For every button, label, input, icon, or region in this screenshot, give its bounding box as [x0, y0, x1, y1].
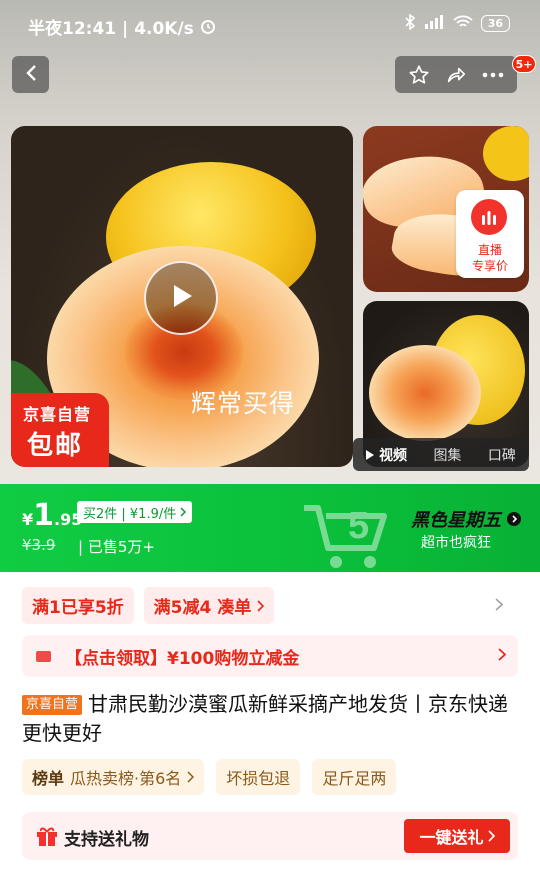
signal-icon [423, 15, 445, 32]
product-title-text: 甘肃民勤沙漠蜜瓜新鲜采摘产地发货丨京东快递 更快更好 [22, 692, 509, 745]
original-price: ¥3.9 [22, 536, 56, 554]
shopping-cart-icon: 5 [304, 505, 387, 568]
tab-gallery[interactable]: 图集 [433, 445, 461, 465]
price-currency: ¥ [22, 510, 34, 529]
product-title: 京喜自营 甘肃民勤沙漠蜜瓜新鲜采摘产地发货丨京东快递 更快更好 [22, 690, 522, 748]
badge-line1: 京喜自营 [23, 405, 92, 424]
back-button[interactable] [12, 56, 49, 93]
tab-video[interactable]: 视频 [366, 445, 407, 465]
chevron-left-icon [25, 64, 37, 86]
event-subtitle: 超市也疯狂 [421, 535, 491, 551]
chevron-right-icon [487, 830, 495, 842]
image-slogan: 辉常买得 [191, 389, 296, 418]
buy-2-tag[interactable]: 买2件 | ¥1.9/件 [77, 501, 193, 523]
guarantee-damage-refund[interactable]: 坏损包退 [216, 759, 301, 795]
header-actions [395, 56, 517, 93]
live-icon [471, 199, 507, 235]
status-bar: 半夜12:41 | 4.0K/s 36 [0, 0, 540, 50]
media-tabs: 视频 图集 口碑 [353, 438, 529, 471]
wifi-icon [453, 15, 473, 32]
gift-row: 支持送礼物 一键送礼 [22, 812, 518, 860]
sold-count-text: 已售5万+ [87, 538, 155, 556]
tab-video-label: 视频 [379, 447, 408, 464]
chevron-circle-icon [507, 512, 522, 526]
message-badge: 5+ [512, 55, 536, 73]
status-right: 36 [405, 13, 510, 33]
status-divider: | [122, 19, 135, 39]
price-integer: 1 [33, 498, 55, 533]
sold-count: | 已售5万+ [78, 536, 155, 557]
chevron-right-icon [498, 645, 507, 666]
status-time: 半夜12:41 [28, 19, 117, 39]
coupon-card-icon [36, 650, 51, 662]
live-price-label: 专享价 [471, 259, 508, 273]
gift-icon [37, 827, 57, 846]
chevron-right-icon [187, 771, 195, 783]
svg-text:5: 5 [348, 505, 369, 547]
chevron-right-icon [180, 507, 187, 517]
ranking-value: 瓜热卖榜·第6名 [70, 769, 182, 788]
status-speed: 4.0K/s [134, 19, 194, 39]
share-icon[interactable] [440, 59, 472, 91]
alarm-icon [200, 19, 216, 39]
coupon-text: 【点击领取】¥100购物立减金 [65, 648, 300, 669]
event-title[interactable]: 黑色星期五 [411, 506, 522, 532]
price-banner: 5 ¥1.95 买2件 | ¥1.9/件 ¥3.9 | 已售5万+ 黑色星期五 … [0, 484, 540, 572]
jx-free-shipping-badge: 京喜自营 包邮 [11, 393, 109, 467]
live-price-card[interactable]: 直播 专享价 [456, 190, 524, 278]
sold-divider: | [78, 538, 88, 556]
send-gift-label: 一键送礼 [419, 828, 484, 847]
promotions-chevron-icon[interactable] [495, 596, 504, 615]
promo-bundle-action: 凑单 [217, 598, 252, 618]
melon-whole-image [483, 126, 529, 181]
more-icon[interactable] [477, 59, 509, 91]
ranking-tag[interactable]: 榜单 瓜热卖榜·第6名 [22, 759, 205, 795]
melon-half-image [369, 345, 481, 441]
bluetooth-icon [405, 13, 415, 33]
tag-row: 榜单 瓜热卖榜·第6名 坏损包退 足斤足两 [22, 759, 397, 795]
promo-discount[interactable]: 满1已享5折 [22, 587, 134, 624]
ranking-label: 榜单 [32, 769, 65, 788]
guarantee-full-weight[interactable]: 足斤足两 [312, 759, 397, 795]
self-operated-tag: 京喜自营 [22, 695, 83, 715]
status-left: 半夜12:41 | 4.0K/s [28, 14, 216, 39]
chevron-right-icon [257, 599, 265, 612]
gift-label: 支持送礼物 [64, 830, 149, 850]
main-product-image[interactable]: 辉常买得 京喜自营 包邮 [11, 126, 353, 467]
send-gift-button[interactable]: 一键送礼 [404, 819, 510, 853]
badge-line2: 包邮 [27, 431, 84, 461]
buy-2-label: 买2件 | ¥1.9/件 [83, 506, 177, 522]
play-video-button[interactable] [144, 261, 218, 335]
event-title-text: 黑色星期五 [411, 510, 501, 531]
play-small-icon [366, 449, 375, 460]
promo-bundle-label: 满5减4 [153, 598, 212, 618]
promo-bundle[interactable]: 满5减4 凑单 [143, 587, 275, 624]
tab-reviews[interactable]: 口碑 [488, 445, 516, 465]
play-icon [168, 282, 194, 314]
current-price: ¥1.95 [22, 498, 82, 533]
live-label: 直播 [477, 243, 502, 257]
battery-indicator: 36 [480, 15, 510, 32]
favorite-star-icon[interactable] [403, 59, 435, 91]
coupon-banner[interactable]: 【点击领取】¥100购物立减金 [22, 635, 518, 677]
promotion-tags: 满1已享5折 满5减4 凑单 [22, 587, 275, 624]
